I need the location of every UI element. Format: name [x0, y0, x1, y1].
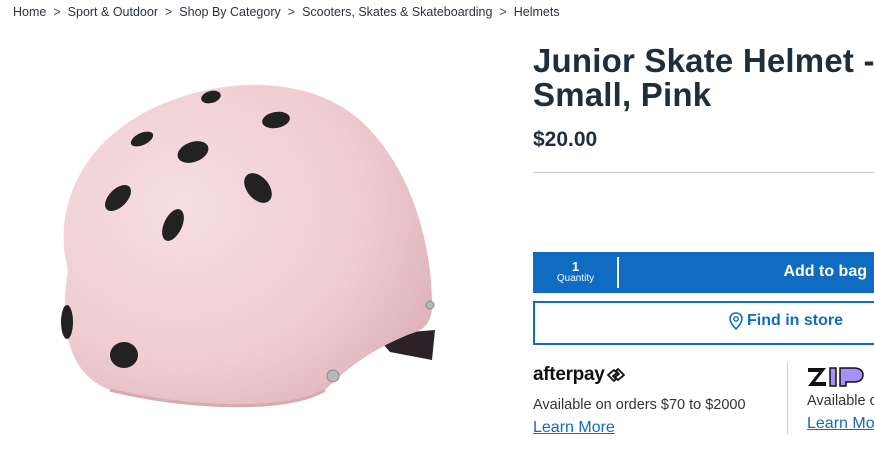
breadcrumb-separator: >: [53, 5, 61, 19]
zip-description: Available on orders: [807, 393, 874, 409]
zip-learn-more-link[interactable]: Learn More: [807, 415, 874, 433]
breadcrumb: Home > Sport & Outdoor > Shop By Categor…: [13, 5, 560, 19]
breadcrumb-sport-outdoor[interactable]: Sport & Outdoor: [68, 5, 158, 19]
breadcrumb-shop-by-category[interactable]: Shop By Category: [179, 5, 280, 19]
breadcrumb-home[interactable]: Home: [13, 5, 46, 19]
add-to-bag-bar: 1 Quantity Add to bag: [533, 252, 874, 293]
breadcrumb-separator: >: [164, 5, 173, 19]
afterpay-arrows-icon: [606, 368, 625, 382]
product-title-line2: Small, Pink: [533, 76, 712, 113]
afterpay-description: Available on orders $70 to $2000: [533, 397, 746, 413]
divider: [533, 172, 874, 173]
find-in-store-content: Find in store: [729, 312, 843, 330]
zip-logo: zip: [808, 367, 864, 387]
product-title-line1: Junior Skate Helmet -: [533, 42, 874, 79]
afterpay-learn-more-link[interactable]: Learn More: [533, 419, 615, 437]
find-in-store-button[interactable]: Find in store: [533, 301, 874, 345]
product-title: Junior Skate Helmet - Small, Pink: [533, 44, 874, 112]
afterpay-logo-text: afterpay: [533, 364, 605, 385]
product-image[interactable]: [40, 60, 460, 440]
breadcrumb-separator: >: [287, 5, 296, 19]
add-to-bag-button[interactable]: Add to bag: [783, 263, 867, 281]
product-price: $20.00: [533, 128, 598, 151]
payment-divider: [787, 362, 788, 434]
quantity-selector[interactable]: 1 Quantity: [533, 252, 618, 293]
location-pin-icon: [729, 312, 743, 330]
breadcrumb-helmets[interactable]: Helmets: [514, 5, 560, 19]
quantity-divider: [617, 257, 619, 288]
afterpay-logo: afterpay: [533, 364, 627, 386]
breadcrumb-scooters-skates[interactable]: Scooters, Skates & Skateboarding: [302, 5, 492, 19]
quantity-value: 1: [571, 258, 580, 274]
find-in-store-label: Find in store: [747, 312, 843, 329]
zip-section: zip Available on orders Learn More: [806, 360, 874, 440]
breadcrumb-separator: >: [499, 5, 507, 19]
quantity-label: Quantity: [556, 272, 595, 284]
